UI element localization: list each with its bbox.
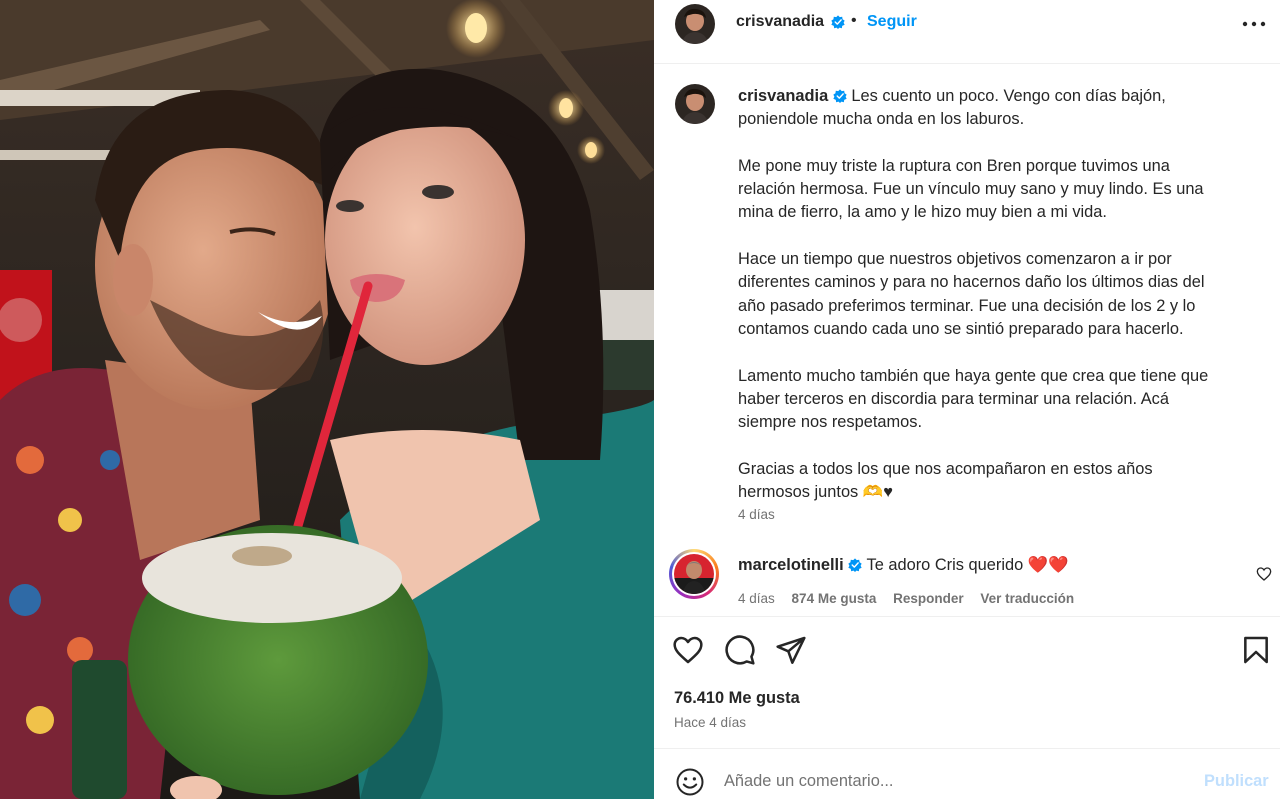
caption-line: mina de fierro, la amo y le hizo muy bie… bbox=[738, 203, 1107, 222]
comment-heart-icon[interactable] bbox=[1256, 566, 1272, 582]
caption-line: año pasado preferimos terminar. Fue una … bbox=[738, 296, 1196, 315]
translate-button[interactable]: Ver traducción bbox=[980, 591, 1074, 606]
follow-button[interactable]: Seguir bbox=[867, 13, 917, 31]
caption-text: crisvanadia Les cuento un poco. Vengo co… bbox=[738, 85, 1258, 504]
more-options-icon[interactable] bbox=[1242, 20, 1266, 28]
caption-line: diferentes caminos y para no hacernos da… bbox=[738, 273, 1205, 292]
post-timestamp: Hace 4 días bbox=[674, 715, 747, 730]
verified-badge-icon bbox=[833, 89, 847, 103]
caption-line: hermosos juntos 🫶♥ bbox=[738, 483, 893, 502]
photo-illustration bbox=[0, 0, 654, 799]
likes-count[interactable]: 76.410 Me gusta bbox=[674, 689, 800, 708]
verified-badge-icon bbox=[848, 558, 862, 572]
publish-button[interactable]: Publicar bbox=[1204, 772, 1269, 791]
reply-button[interactable]: Responder bbox=[893, 591, 964, 606]
post-actions: 76.410 Me gusta Hace 4 días bbox=[654, 616, 1280, 748]
emoji-smile-icon[interactable] bbox=[675, 767, 705, 797]
caption-author-avatar[interactable] bbox=[675, 84, 715, 124]
caption-line: relación hermosa. Fue un vínculo muy san… bbox=[738, 180, 1204, 199]
caption-line: Me pone muy triste la ruptura con Bren p… bbox=[738, 156, 1170, 175]
caption-line: Gracias a todos los que nos acompañaron … bbox=[738, 459, 1153, 478]
caption-line: haber terceros en discordia para termina… bbox=[738, 389, 1169, 408]
comment-bubble-icon[interactable] bbox=[724, 634, 756, 666]
commenter-username[interactable]: marcelotinelli bbox=[738, 556, 844, 574]
caption-line-text: Les cuento un poco. Vengo con días bajón… bbox=[851, 87, 1166, 105]
caption-line: siempre nos respetamos. bbox=[738, 413, 923, 432]
author-avatar[interactable] bbox=[675, 4, 715, 44]
post-photo[interactable] bbox=[0, 0, 654, 799]
commenter-avatar[interactable] bbox=[674, 554, 714, 594]
caption-paragraph-gap bbox=[738, 434, 1258, 457]
author-username[interactable]: crisvanadia bbox=[736, 13, 824, 31]
comment-input[interactable] bbox=[724, 769, 1184, 793]
comment-line: marcelotinelli Te adoro Cris querido ❤️❤… bbox=[738, 556, 1069, 575]
caption-paragraph-gap bbox=[738, 225, 1258, 248]
caption-line: contamos cuando cada uno se sintió prepa… bbox=[738, 319, 1184, 338]
bookmark-icon[interactable] bbox=[1240, 634, 1272, 666]
comment-likes[interactable]: 874 Me gusta bbox=[792, 591, 877, 606]
caption-username[interactable]: crisvanadia bbox=[738, 87, 828, 105]
comment: marcelotinelli Te adoro Cris querido ❤️❤… bbox=[654, 546, 1280, 616]
comment-emoji: ❤️❤️ bbox=[1027, 556, 1069, 574]
paper-plane-icon[interactable] bbox=[775, 634, 807, 666]
add-comment-bar: Publicar bbox=[654, 748, 1280, 799]
verified-badge-icon bbox=[831, 15, 845, 29]
caption-line: poniendole mucha onda en los laburos. bbox=[738, 110, 1025, 129]
post-panel: crisvanadia • Seguir crisvanadia Les cue… bbox=[654, 0, 1280, 799]
caption-timestamp: 4 días bbox=[738, 507, 775, 522]
caption-line: crisvanadia Les cuento un poco. Vengo co… bbox=[738, 85, 1258, 108]
caption-line: Hace un tiempo que nuestros objetivos co… bbox=[738, 250, 1172, 269]
caption-paragraph-gap bbox=[738, 341, 1258, 364]
caption-paragraph-gap bbox=[738, 132, 1258, 155]
post-header: crisvanadia • Seguir bbox=[654, 0, 1280, 64]
comment-text: Te adoro Cris querido bbox=[866, 556, 1024, 574]
comment-meta: 4 días 874 Me gusta Responder Ver traduc… bbox=[738, 591, 1087, 606]
separator-dot: • bbox=[851, 12, 857, 29]
caption-line: Lamento mucho también que haya gente que… bbox=[738, 366, 1209, 385]
comment-timestamp: 4 días bbox=[738, 591, 775, 606]
heart-icon[interactable] bbox=[672, 634, 704, 666]
